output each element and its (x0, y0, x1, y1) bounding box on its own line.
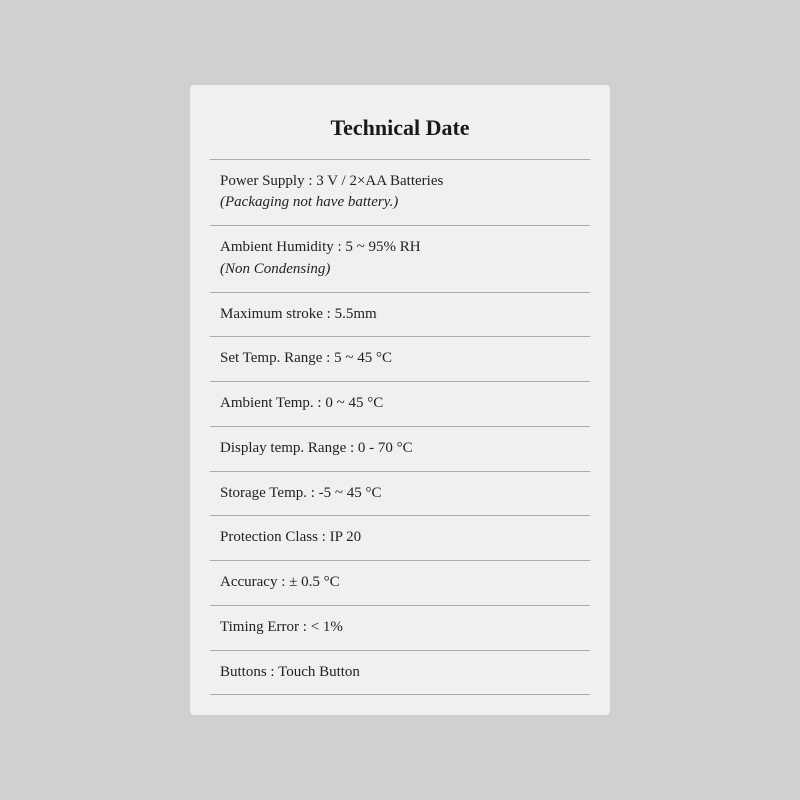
row-power-supply: Power Supply : 3 V / 2×AA Batteries(Pack… (190, 160, 610, 226)
technical-date-card: Technical Date Power Supply : 3 V / 2×AA… (190, 85, 610, 716)
row-buttons: Buttons : Touch Button (190, 651, 610, 695)
row-set-temp-range-line-0: Set Temp. Range : 5 ~ 45 °C (220, 348, 580, 370)
row-timing-error-line-0: Timing Error : < 1% (220, 617, 580, 639)
row-display-temp-range: Display temp. Range : 0 - 70 °C (190, 427, 610, 471)
row-ambient-humidity-line-1: (Non Condensing) (220, 259, 580, 281)
row-maximum-stroke: Maximum stroke : 5.5mm (190, 293, 610, 337)
row-accuracy-line-0: Accuracy : ± 0.5 °C (220, 572, 580, 594)
row-power-supply-line-0: Power Supply : 3 V / 2×AA Batteries (220, 171, 580, 193)
divider-after-buttons (210, 694, 590, 695)
row-timing-error: Timing Error : < 1% (190, 606, 610, 650)
row-set-temp-range: Set Temp. Range : 5 ~ 45 °C (190, 337, 610, 381)
row-maximum-stroke-line-0: Maximum stroke : 5.5mm (220, 304, 580, 326)
row-protection-class-line-0: Protection Class : IP 20 (220, 527, 580, 549)
row-buttons-line-0: Buttons : Touch Button (220, 662, 580, 684)
card-title: Technical Date (190, 115, 610, 141)
row-protection-class: Protection Class : IP 20 (190, 516, 610, 560)
row-storage-temp-line-0: Storage Temp. : -5 ~ 45 °C (220, 483, 580, 505)
row-display-temp-range-line-0: Display temp. Range : 0 - 70 °C (220, 438, 580, 460)
row-power-supply-line-1: (Packaging not have battery.) (220, 192, 580, 214)
row-ambient-humidity: Ambient Humidity : 5 ~ 95% RH(Non Conden… (190, 226, 610, 292)
row-ambient-humidity-line-0: Ambient Humidity : 5 ~ 95% RH (220, 237, 580, 259)
row-ambient-temp: Ambient Temp. : 0 ~ 45 °C (190, 382, 610, 426)
row-ambient-temp-line-0: Ambient Temp. : 0 ~ 45 °C (220, 393, 580, 415)
row-accuracy: Accuracy : ± 0.5 °C (190, 561, 610, 605)
row-storage-temp: Storage Temp. : -5 ~ 45 °C (190, 472, 610, 516)
